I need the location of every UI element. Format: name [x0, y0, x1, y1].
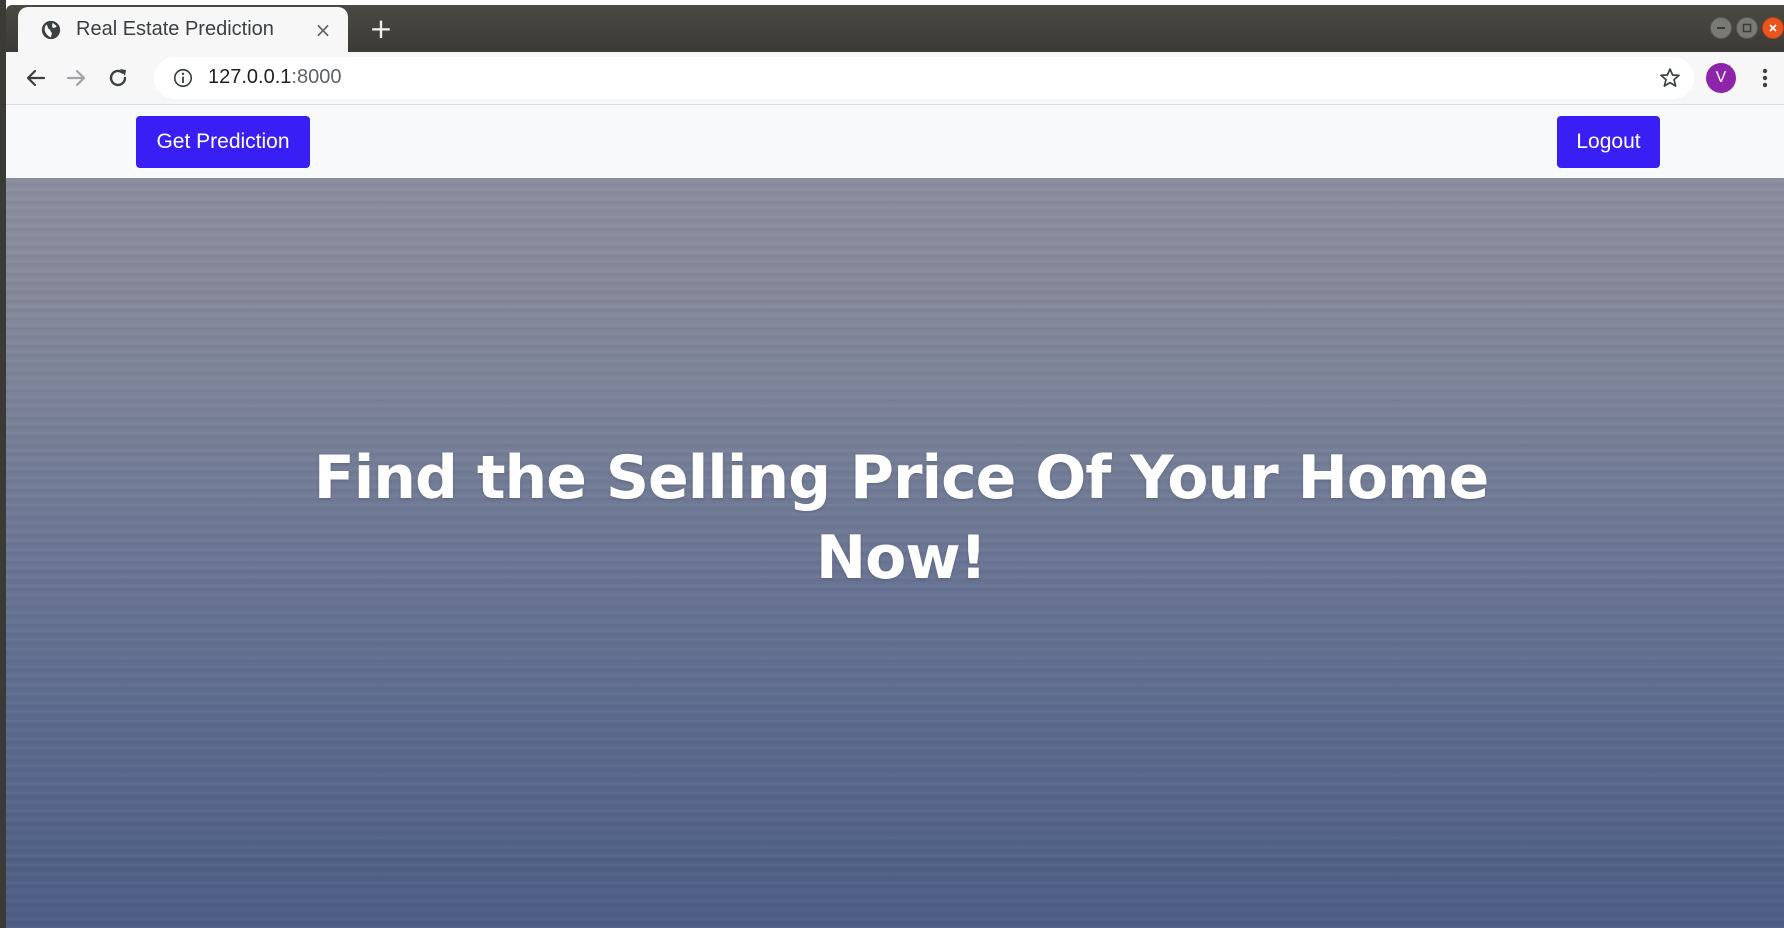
address-bar[interactable]: 127.0.0.1:8000	[154, 57, 1694, 99]
hero-section: Find the Selling Price Of Your Home Now!	[6, 178, 1784, 928]
logout-button[interactable]: Logout	[1557, 116, 1660, 168]
globe-icon	[41, 20, 61, 39]
site-navbar: Get Prediction Logout	[6, 105, 1784, 178]
window-controls	[1710, 17, 1784, 39]
window-close-icon[interactable]	[1762, 17, 1784, 39]
browser-toolbar: 127.0.0.1:8000 V	[6, 52, 1784, 105]
url-port: :8000	[291, 66, 342, 88]
minimize-icon[interactable]	[1710, 17, 1732, 39]
kebab-menu-icon[interactable]	[1750, 63, 1780, 93]
info-icon[interactable]	[172, 67, 194, 89]
reload-icon	[109, 69, 127, 87]
url-text[interactable]: 127.0.0.1:8000	[208, 66, 341, 89]
tab-title: Real Estate Prediction	[76, 18, 274, 40]
forward-arrow-icon	[66, 69, 86, 87]
back-arrow-icon	[26, 69, 46, 87]
reload-button[interactable]	[102, 62, 134, 94]
star-icon[interactable]	[1658, 66, 1682, 90]
profile-avatar[interactable]: V	[1706, 63, 1736, 93]
get-prediction-button[interactable]: Get Prediction	[136, 116, 310, 168]
hero-headline: Find the Selling Price Of Your Home Now!	[313, 443, 1490, 593]
maximize-icon[interactable]	[1736, 17, 1758, 39]
url-host: 127.0.0.1	[208, 66, 292, 88]
browser-window: Real Estate Prediction × + 127.0.0.1:800…	[0, 0, 1784, 928]
page-viewport: Get Prediction Logout Find the Selling P…	[6, 105, 1784, 928]
close-tab-icon[interactable]: ×	[312, 18, 334, 42]
tab-real-estate-prediction[interactable]: Real Estate Prediction ×	[18, 7, 348, 52]
forward-button[interactable]	[60, 62, 92, 94]
new-tab-button[interactable]: +	[366, 12, 396, 45]
back-button[interactable]	[20, 62, 52, 94]
tab-strip: Real Estate Prediction × +	[6, 5, 1784, 52]
